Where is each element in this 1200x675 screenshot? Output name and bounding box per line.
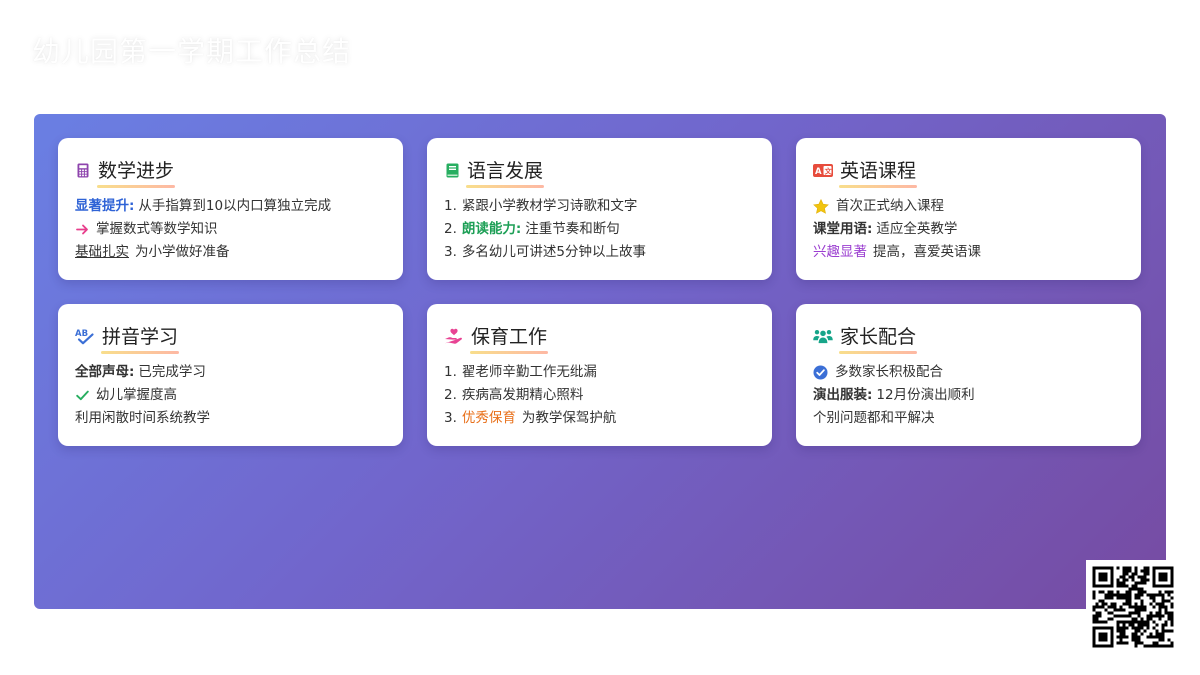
item-label: 显著提升: bbox=[75, 198, 135, 214]
list-item: 1. 翟老师辛勤工作无纰漏 bbox=[444, 361, 756, 384]
card-title: 拼音学习 bbox=[101, 322, 180, 354]
svg-text:A: A bbox=[815, 167, 822, 177]
item-text: 翟老师辛勤工作无纰漏 bbox=[461, 364, 597, 380]
item-number: 2. bbox=[444, 387, 457, 403]
item-text: 首次正式纳入课程 bbox=[836, 198, 944, 214]
list-item: 3. 优秀保育 为教学保驾护航 bbox=[444, 407, 756, 430]
card-header: 保育工作 bbox=[444, 321, 756, 354]
list-item: 基础扎实 为小学做好准备 bbox=[75, 241, 387, 264]
item-text: 利用闲散时间系统教学 bbox=[75, 410, 210, 426]
card-parents: 家长配合 多数家长积极配合 演出服装: 12月份演出顺利 个别问题都和平解决 bbox=[796, 304, 1141, 446]
card-grid: 数学进步 显著提升: 从手指算到10以内口算独立完成 掌握数式等数学知识 基础扎… bbox=[58, 138, 1141, 446]
item-text: 紧跟小学教材学习诗歌和文字 bbox=[461, 198, 638, 214]
hand-heart-icon bbox=[444, 328, 464, 344]
item-text: 幼儿掌握度高 bbox=[96, 387, 177, 403]
item-text: 为小学做好准备 bbox=[135, 244, 230, 260]
card-header: 语言发展 bbox=[444, 155, 756, 188]
card-header: 数学进步 bbox=[75, 155, 387, 188]
item-text: 注重节奏和断句 bbox=[525, 221, 620, 237]
item-text: 12月份演出顺利 bbox=[876, 387, 975, 403]
list-item: 利用闲散时间系统教学 bbox=[75, 407, 387, 430]
list-item: 个别问题都和平解决 bbox=[813, 407, 1125, 430]
item-text: 适应全英教学 bbox=[876, 221, 958, 237]
book-icon bbox=[444, 162, 460, 178]
card-title: 家长配合 bbox=[839, 322, 918, 354]
list-item: 2. 疾病高发期精心照料 bbox=[444, 384, 756, 407]
list-item: 课堂用语: 适应全英教学 bbox=[813, 218, 1125, 241]
item-text: 为教学保驾护航 bbox=[521, 410, 617, 426]
card-english: A文 英语课程 首次正式纳入课程 课堂用语: 适应全英教学 兴趣显著 提高，喜爱… bbox=[796, 138, 1141, 280]
list-item: 全部声母: 已完成学习 bbox=[75, 361, 387, 384]
summary-panel: 数学进步 显著提升: 从手指算到10以内口算独立完成 掌握数式等数学知识 基础扎… bbox=[34, 114, 1166, 609]
item-highlight: 优秀保育 bbox=[461, 410, 516, 426]
item-number: 2. bbox=[444, 221, 457, 237]
item-number: 3. bbox=[444, 410, 457, 426]
star-icon bbox=[813, 199, 829, 214]
item-text: 已完成学习 bbox=[138, 364, 206, 380]
card-title: 语言发展 bbox=[466, 156, 545, 188]
item-label: 朗读能力: bbox=[461, 221, 522, 237]
qr-code bbox=[1086, 560, 1180, 654]
card-pinyin: AB 拼音学习 全部声母: 已完成学习 幼儿掌握度高 利用闲散时间系统教学 bbox=[58, 304, 403, 446]
card-title: 数学进步 bbox=[97, 156, 176, 188]
card-header: AB 拼音学习 bbox=[75, 321, 387, 354]
card-care: 保育工作 1. 翟老师辛勤工作无纰漏 2. 疾病高发期精心照料 3. 优秀保育 … bbox=[427, 304, 772, 446]
list-item: 兴趣显著 提高，喜爱英语课 bbox=[813, 241, 1125, 264]
list-item: 演出服装: 12月份演出顺利 bbox=[813, 384, 1125, 407]
item-text: 多数家长积极配合 bbox=[835, 364, 943, 380]
list-item: 显著提升: 从手指算到10以内口算独立完成 bbox=[75, 195, 387, 218]
language-icon: A文 bbox=[813, 162, 833, 178]
item-text: 掌握数式等数学知识 bbox=[96, 221, 218, 237]
list-item: 幼儿掌握度高 bbox=[75, 384, 387, 407]
card-math: 数学进步 显著提升: 从手指算到10以内口算独立完成 掌握数式等数学知识 基础扎… bbox=[58, 138, 403, 280]
svg-text:AB: AB bbox=[75, 329, 88, 339]
item-label: 演出服装: bbox=[813, 387, 873, 403]
item-text: 提高，喜爱英语课 bbox=[873, 244, 981, 260]
card-header: 家长配合 bbox=[813, 321, 1125, 354]
item-text: 从手指算到10以内口算独立完成 bbox=[138, 198, 332, 214]
item-label: 全部声母: bbox=[75, 364, 135, 380]
check-circle-icon bbox=[813, 365, 828, 380]
page-title: 幼儿园第一学期工作总结 bbox=[32, 35, 352, 68]
users-icon bbox=[813, 328, 833, 344]
spell-check-icon: AB bbox=[75, 328, 95, 344]
item-text: 多名幼儿可讲述5分钟以上故事 bbox=[461, 244, 646, 260]
item-number: 1. bbox=[444, 198, 457, 214]
list-item: 3. 多名幼儿可讲述5分钟以上故事 bbox=[444, 241, 756, 264]
item-number: 1. bbox=[444, 364, 457, 380]
item-text: 疾病高发期精心照料 bbox=[461, 387, 584, 403]
check-icon bbox=[75, 390, 89, 401]
item-number: 3. bbox=[444, 244, 457, 260]
item-highlight: 兴趣显著 bbox=[813, 244, 867, 260]
item-label: 课堂用语: bbox=[813, 221, 873, 237]
list-item: 多数家长积极配合 bbox=[813, 361, 1125, 384]
item-highlight: 基础扎实 bbox=[75, 244, 129, 260]
item-text: 个别问题都和平解决 bbox=[813, 410, 935, 426]
list-item: 1. 紧跟小学教材学习诗歌和文字 bbox=[444, 195, 756, 218]
qr-code-image bbox=[1092, 566, 1174, 648]
arrow-right-icon bbox=[75, 224, 89, 235]
card-header: A文 英语课程 bbox=[813, 155, 1125, 188]
list-item: 首次正式纳入课程 bbox=[813, 195, 1125, 218]
card-language: 语言发展 1. 紧跟小学教材学习诗歌和文字 2. 朗读能力: 注重节奏和断句 3… bbox=[427, 138, 772, 280]
svg-text:文: 文 bbox=[825, 166, 833, 175]
list-item: 2. 朗读能力: 注重节奏和断句 bbox=[444, 218, 756, 241]
calculator-icon bbox=[75, 162, 91, 178]
list-item: 掌握数式等数学知识 bbox=[75, 218, 387, 241]
card-title: 保育工作 bbox=[470, 322, 549, 354]
card-title: 英语课程 bbox=[839, 156, 918, 188]
